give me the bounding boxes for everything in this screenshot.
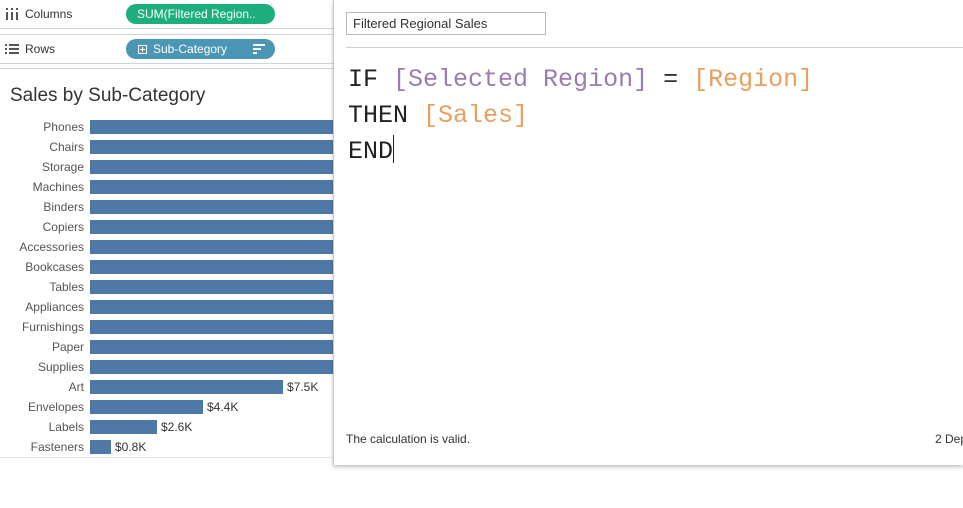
- columns-shelf[interactable]: Columns SUM(Filtered Region..: [0, 0, 333, 29]
- rows-shelf[interactable]: Rows Sub-Category: [0, 34, 333, 64]
- category-label-machines: Machines: [33, 180, 84, 194]
- category-label-accessories: Accessories: [19, 240, 84, 254]
- columns-pill[interactable]: SUM(Filtered Region..: [126, 4, 275, 24]
- bar-binders[interactable]: [90, 200, 333, 214]
- category-label-envelopes: Envelopes: [28, 400, 84, 414]
- bar-fasteners[interactable]: [90, 440, 111, 454]
- category-label-chairs: Chairs: [49, 140, 84, 154]
- columns-label: Columns: [25, 7, 73, 21]
- text-caret: [393, 135, 395, 163]
- shelf-divider: [0, 68, 333, 69]
- data-label-art: $7.5K: [287, 380, 318, 394]
- keyword-if: IF: [348, 65, 379, 94]
- category-label-bookcases: Bookcases: [25, 260, 84, 274]
- bar-tables[interactable]: [90, 280, 333, 294]
- sales-bar-chart[interactable]: Phones Chairs Storage Machines Binders Copier…: [0, 115, 333, 460]
- category-label-art: Art: [69, 380, 85, 394]
- expand-icon[interactable]: [138, 45, 147, 54]
- category-label-binders: Binders: [43, 200, 84, 214]
- columns-pill-label: SUM(Filtered Region..: [137, 7, 256, 21]
- bar-phones[interactable]: [90, 120, 333, 134]
- category-label-copiers: Copiers: [43, 220, 84, 234]
- category-label-paper: Paper: [52, 340, 84, 354]
- operator-equals: =: [663, 65, 679, 94]
- formula-editor[interactable]: IF [Selected Region] = [Region] THEN [Sa…: [348, 62, 813, 170]
- data-label-labels: $2.6K: [161, 420, 192, 434]
- bar-bookcases[interactable]: [90, 260, 333, 274]
- bar-appliances[interactable]: [90, 300, 333, 314]
- editor-divider: [346, 47, 963, 48]
- calculation-name-field[interactable]: Filtered Regional Sales: [346, 12, 546, 35]
- bar-furnishings[interactable]: [90, 320, 333, 334]
- category-label-phones: Phones: [43, 120, 84, 134]
- data-label-envelopes: $4.4K: [207, 400, 238, 414]
- columns-icon: [6, 8, 18, 20]
- calculation-editor[interactable]: Filtered Regional Sales IF [Selected Reg…: [333, 0, 963, 465]
- category-label-appliances: Appliances: [25, 300, 84, 314]
- bar-paper[interactable]: [90, 340, 333, 354]
- chart-title: Sales by Sub-Category: [10, 85, 206, 106]
- rows-pill[interactable]: Sub-Category: [126, 39, 275, 59]
- bar-labels[interactable]: [90, 420, 157, 434]
- bar-art[interactable]: [90, 380, 283, 394]
- field-region: [Region]: [693, 65, 814, 94]
- dependencies-link[interactable]: 2 Dep: [935, 432, 963, 446]
- field-selected-region: [Selected Region]: [393, 65, 649, 94]
- data-label-fasteners: $0.8K: [115, 440, 146, 454]
- bar-envelopes[interactable]: [90, 400, 203, 414]
- keyword-end: END: [348, 137, 394, 166]
- bar-accessories[interactable]: [90, 240, 333, 254]
- field-sales: [Sales]: [423, 101, 529, 130]
- bar-chairs[interactable]: [90, 140, 333, 154]
- category-label-labels: Labels: [49, 420, 84, 434]
- bar-supplies[interactable]: [90, 360, 333, 374]
- rows-label: Rows: [25, 42, 56, 56]
- category-label-tables: Tables: [49, 280, 84, 294]
- rows-icon: [5, 44, 19, 54]
- category-label-storage: Storage: [42, 160, 84, 174]
- category-label-furnishings: Furnishings: [22, 320, 84, 334]
- category-label-supplies: Supplies: [38, 360, 84, 374]
- keyword-then: THEN: [348, 101, 409, 130]
- rows-pill-label: Sub-Category: [153, 42, 228, 56]
- validation-status: The calculation is valid.: [346, 432, 471, 446]
- bar-machines[interactable]: [90, 180, 333, 194]
- bar-storage[interactable]: [90, 160, 333, 174]
- category-label-fasteners: Fasteners: [31, 440, 84, 454]
- bar-copiers[interactable]: [90, 220, 333, 234]
- sort-descending-icon[interactable]: [253, 44, 265, 54]
- chart-bottom-line: [0, 457, 333, 458]
